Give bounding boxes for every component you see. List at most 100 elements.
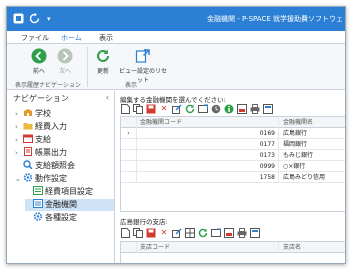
view-icon[interactable]: [198, 104, 208, 114]
column-header-code[interactable]: 金融機関コード: [137, 117, 279, 128]
bank-name-cell[interactable]: 広島みどり信用: [280, 172, 345, 183]
bank-code-cell[interactable]: 0999: [137, 161, 279, 172]
branch-grid[interactable]: 支店コード 支店名: [120, 241, 345, 263]
nav-item-expense-input[interactable]: › 経費入力: [15, 121, 114, 133]
calendar-icon: [23, 134, 33, 143]
bank-toolbar: ✕: [120, 104, 280, 116]
bank-name-cell[interactable]: もみじ銀行: [280, 150, 345, 161]
expand-icon[interactable]: ›: [15, 134, 23, 146]
bank-name-cell[interactable]: 広島銀行: [280, 128, 345, 139]
view-icon[interactable]: [211, 228, 221, 238]
collapse-nav-button[interactable]: ‹: [106, 93, 109, 102]
table-row[interactable]: 1758 広島みどり信用: [121, 172, 345, 183]
main-content: 編集する金融機関を選んでください: ✕ 金融機関コード 金融機関名 › 0169…: [116, 91, 345, 263]
bank-name-cell[interactable]: ○×銀行: [280, 161, 345, 172]
app-logo-icon: [13, 13, 24, 28]
report-icon: [23, 147, 33, 156]
column-header-branch-code[interactable]: 支店コード: [137, 242, 279, 253]
grid-icon[interactable]: [185, 228, 195, 238]
new-icon[interactable]: [120, 104, 130, 114]
refresh-icon: [95, 48, 111, 64]
refresh-icon[interactable]: [29, 13, 40, 28]
bank-prompt: 編集する金融機関を選んでください:: [120, 96, 226, 104]
table-row[interactable]: 0173 もみじ銀行: [121, 150, 345, 161]
back-label: 前へ: [32, 68, 45, 75]
forward-label: 次へ: [58, 68, 71, 75]
nav-label: 動作設定: [35, 174, 67, 183]
row-indicator-icon: [121, 161, 137, 172]
expand-icon[interactable]: ›: [15, 121, 23, 133]
export-icon[interactable]: [237, 104, 247, 114]
print-icon[interactable]: [237, 228, 247, 238]
print-icon[interactable]: [250, 104, 260, 114]
folder-icon: [23, 121, 33, 130]
collapse-icon[interactable]: ⌄: [15, 173, 23, 185]
bank-code-cell[interactable]: 0177: [137, 139, 279, 150]
save-icon[interactable]: [146, 228, 156, 238]
chevron-down-icon[interactable]: ▾: [47, 13, 51, 25]
edit-icon[interactable]: [172, 104, 182, 114]
nav-heading: ナビゲーション: [13, 94, 69, 103]
refresh-button[interactable]: 更新: [93, 48, 113, 75]
table-row[interactable]: 0999 ○×銀行: [121, 161, 345, 172]
nav-item-expense-settings[interactable]: 経費項目設定: [25, 186, 114, 198]
copy-icon[interactable]: [133, 228, 143, 238]
new-icon[interactable]: [120, 228, 130, 238]
nav-label: 経費入力: [35, 122, 67, 131]
tab-view[interactable]: 表示: [99, 33, 113, 43]
export-icon[interactable]: [224, 228, 234, 238]
column-header-branch-name[interactable]: 支店名: [280, 242, 345, 253]
branch-grid-header: 支店コード 支店名: [121, 242, 345, 253]
ribbon-tabs: ファイル ホーム 表示: [7, 31, 345, 46]
bank-icon: [33, 199, 43, 208]
bank-code-cell[interactable]: 0169: [137, 128, 279, 139]
report-preview-icon[interactable]: [250, 228, 260, 238]
edit-icon[interactable]: [172, 228, 182, 238]
reset-view-button[interactable]: ビュー設定のリセット: [117, 48, 169, 84]
navigation-pane: ナビゲーション ‹ › 学校 › 経費入力 › 支給 › 帳票出力 支給額照会 ⌄ 動作設…: [7, 91, 115, 263]
group-history-label: 表示履歴ナビゲーション: [15, 82, 81, 89]
bank-name-cell[interactable]: 福岡銀行: [280, 139, 345, 150]
expand-icon[interactable]: ›: [15, 147, 23, 159]
nav-item-financial-institutions[interactable]: 金融機関: [25, 199, 114, 211]
nav-item-payment[interactable]: › 支給: [15, 134, 114, 146]
refresh-icon[interactable]: [198, 228, 208, 238]
row-indicator-header: [121, 117, 137, 128]
delete-icon[interactable]: ✕: [159, 104, 169, 114]
row-indicator-icon: [121, 150, 137, 161]
back-button[interactable]: 前へ: [29, 48, 49, 75]
nav-label: 帳票出力: [35, 148, 67, 157]
copy-icon[interactable]: [133, 104, 143, 114]
column-header-name[interactable]: 金融機関名: [280, 117, 345, 128]
table-row[interactable]: 0177 福岡銀行: [121, 139, 345, 150]
info-icon[interactable]: [224, 104, 234, 114]
list-icon: [33, 186, 43, 195]
nav-item-report-output[interactable]: › 帳票出力: [15, 147, 114, 159]
bank-grid[interactable]: 金融機関コード 金融機関名 › 0169 広島銀行 0177 福岡銀行 0173…: [120, 116, 345, 212]
nav-label: 支給: [35, 135, 51, 144]
nav-label: 経費項目設定: [45, 187, 93, 196]
nav-item-various-settings[interactable]: 各種設定: [25, 212, 114, 224]
clock-icon[interactable]: [211, 104, 221, 114]
nav-item-school[interactable]: › 学校: [15, 108, 114, 120]
forward-button[interactable]: 次へ: [55, 48, 75, 75]
table-row[interactable]: › 0169 広島銀行: [121, 128, 345, 139]
nav-item-payment-inquiry[interactable]: 支給額照会: [15, 160, 114, 172]
refresh-label: 更新: [96, 68, 109, 75]
refresh-icon[interactable]: [185, 104, 195, 114]
tab-file[interactable]: ファイル: [21, 33, 49, 43]
expand-icon[interactable]: ›: [15, 108, 23, 120]
gear-icon: [33, 212, 43, 221]
ribbon: 前へ 次へ 表示履歴ナビゲーション 更新 ビュー設定のリセット 表示: [7, 44, 345, 90]
row-indicator-icon: ›: [121, 128, 137, 139]
bank-code-cell[interactable]: 1758: [137, 172, 279, 183]
save-icon[interactable]: [146, 104, 156, 114]
bank-code-cell[interactable]: 0173: [137, 150, 279, 161]
delete-icon[interactable]: ✕: [159, 228, 169, 238]
nav-label: 学校: [35, 109, 51, 118]
nav-item-operation-settings[interactable]: ⌄ 動作設定: [15, 173, 114, 185]
nav-label: 支給額照会: [35, 161, 75, 170]
report-preview-icon[interactable]: [263, 104, 273, 114]
branch-toolbar: ✕: [120, 228, 280, 240]
app-window: ▾ 金融機関 - P-SPACE 就学援助費ソフトウェ ファイル ホーム 表示 …: [6, 6, 346, 264]
